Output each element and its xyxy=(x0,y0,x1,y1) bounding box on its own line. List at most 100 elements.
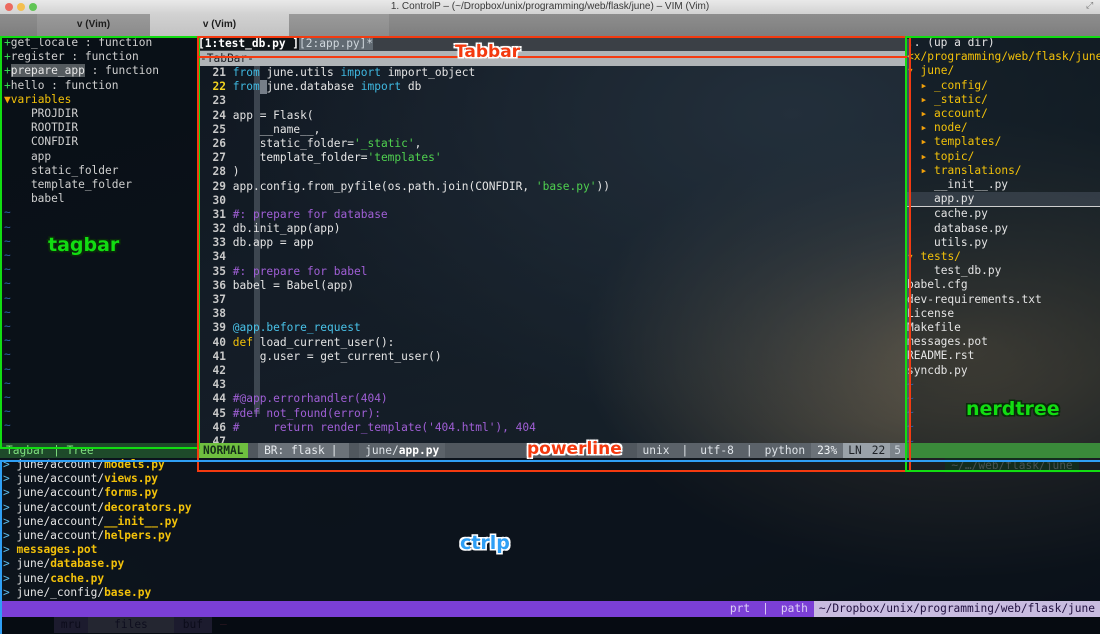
nerdtree-file[interactable]: babel.cfg xyxy=(905,278,1100,292)
vim-tabline[interactable]: [1:test_db.py ][2:app.py]* xyxy=(198,36,905,51)
nerdtree-directory[interactable]: ▸ account/ xyxy=(905,107,1100,121)
nerdtree-directory[interactable]: ▸ _static/ xyxy=(905,93,1100,107)
code-line[interactable]: 27 template_folder='templates' xyxy=(198,151,905,165)
code-line[interactable]: 36 babel = Babel(app) xyxy=(198,279,905,293)
code-line[interactable]: 47 xyxy=(198,435,905,443)
code-line[interactable]: 33 db.app = app xyxy=(198,236,905,250)
tagbar-entry[interactable]: ROOTDIR xyxy=(0,121,198,135)
terminal-tab-3[interactable] xyxy=(289,14,389,36)
vim-tab[interactable]: [2:app.py]* xyxy=(299,37,374,50)
nerdtree-file[interactable]: dev-requirements.txt xyxy=(905,293,1100,307)
nerdtree-file[interactable]: utils.py xyxy=(905,236,1100,250)
code-line[interactable]: 44 #@app.errorhandler(404) xyxy=(198,392,905,406)
ctrlp-prompt[interactable]: >>> ap xyxy=(0,617,1100,634)
ctrlp-result-row[interactable]: > june/account/__init__.py xyxy=(0,515,1100,529)
nerdtree-arrow-icon[interactable]: ▸ xyxy=(920,121,927,134)
ctrlp-result-row[interactable]: > june/account/decorators.py xyxy=(0,501,1100,515)
nerdtree-file[interactable]: messages.pot xyxy=(905,335,1100,349)
nerdtree-file[interactable]: README.rst xyxy=(905,349,1100,363)
terminal-tab-1[interactable]: v (Vim) xyxy=(37,14,151,36)
tagbar-entry[interactable]: PROJDIR xyxy=(0,107,198,121)
code-line[interactable]: 41 g.user = get_current_user() xyxy=(198,350,905,364)
nerdtree-directory[interactable]: ▸ topic/ xyxy=(905,150,1100,164)
ctrlp-result-row[interactable]: > june/database.py xyxy=(0,557,1100,571)
tagbar-collapse-icon[interactable]: ▼ xyxy=(4,93,11,106)
editor-pane[interactable]: [1:test_db.py ][2:app.py]* -TabBar- 21 f… xyxy=(198,36,905,443)
nerdtree-file[interactable]: cache.py xyxy=(905,207,1100,221)
nerdtree-directory[interactable]: ▾ tests/ xyxy=(905,250,1100,264)
code-line[interactable]: 37 xyxy=(198,293,905,307)
nerdtree-arrow-icon[interactable]: ▸ xyxy=(920,164,927,177)
tagbar-expand-icon[interactable]: + xyxy=(4,50,11,63)
nerdtree-arrow-icon[interactable]: ▸ xyxy=(920,107,927,120)
code-line[interactable]: 21 from june.utils import import_object xyxy=(198,66,905,80)
code-line[interactable]: 28 ) xyxy=(198,165,905,179)
expand-icon[interactable]: ⤢ xyxy=(1086,2,1095,11)
code-line[interactable]: 30 xyxy=(198,194,905,208)
code-line[interactable]: 22 from june.database import db xyxy=(198,80,905,94)
ctrlp-results[interactable]: > june/account/models.py > june/account/v… xyxy=(0,458,1100,600)
nerdtree-file[interactable]: test_db.py xyxy=(905,264,1100,278)
ctrlp-result-row[interactable]: > june/account/views.py xyxy=(0,472,1100,486)
tagbar-entry[interactable]: babel xyxy=(0,192,198,206)
nerdtree-file[interactable]: Makefile xyxy=(905,321,1100,335)
code-line[interactable]: 23 xyxy=(198,94,905,108)
ctrlp-result-row[interactable]: > june/account/helpers.py xyxy=(0,529,1100,543)
code-line[interactable]: 32 db.init_app(app) xyxy=(198,222,905,236)
tagbar-entry[interactable]: app xyxy=(0,150,198,164)
code-line[interactable]: 31 #: prepare for database xyxy=(198,208,905,222)
ctrlp-pane[interactable]: > june/account/models.py > june/account/v… xyxy=(0,458,1100,634)
code-line[interactable]: 24 app = Flask( xyxy=(198,109,905,123)
terminal-tab-2[interactable]: v (Vim) xyxy=(150,14,290,36)
nerdtree-directory[interactable]: ▸ translations/ xyxy=(905,164,1100,178)
code-line[interactable]: 39 @app.before_request xyxy=(198,321,905,335)
code-line[interactable]: 42 xyxy=(198,364,905,378)
code-line[interactable]: 46 # return render_template('404.html'),… xyxy=(198,421,905,435)
code-line[interactable]: 29 app.config.from_pyfile(os.path.join(C… xyxy=(198,180,905,194)
tagbar-entry[interactable]: +prepare_app : function xyxy=(0,64,198,78)
nerdtree-file[interactable]: License xyxy=(905,307,1100,321)
code-line[interactable]: 45 #def not_found(error): xyxy=(198,407,905,421)
nerdtree-arrow-icon[interactable]: ▸ xyxy=(920,93,927,106)
ctrlp-result-row[interactable]: > june/account/models.py xyxy=(0,458,1100,472)
nerdtree-scrollbar[interactable] xyxy=(905,39,909,443)
tagbar-entry[interactable]: +get_locale : function xyxy=(0,36,198,50)
nerdtree-arrow-icon[interactable]: ▸ xyxy=(920,79,927,92)
code-line[interactable]: 25 __name__, xyxy=(198,123,905,137)
nerdtree-directory[interactable]: ▸ templates/ xyxy=(905,135,1100,149)
tagbar-expand-icon[interactable]: + xyxy=(4,79,11,92)
code-line[interactable]: 35 #: prepare for babel xyxy=(198,265,905,279)
nerdtree-directory[interactable]: ▾ june/ xyxy=(905,64,1100,78)
nerdtree-up-dir[interactable]: .. (up a dir) xyxy=(905,36,1100,50)
tagbar-entry[interactable]: template_folder xyxy=(0,178,198,192)
tagbar-entry[interactable]: +hello : function xyxy=(0,79,198,93)
code-line[interactable]: 40 def load_current_user(): xyxy=(198,336,905,350)
ctrlp-result-row[interactable]: > messages.pot xyxy=(0,543,1100,557)
nerdtree-directory[interactable]: ▸ node/ xyxy=(905,121,1100,135)
code-line[interactable]: 43 xyxy=(198,378,905,392)
nerdtree-file[interactable]: syncdb.py xyxy=(905,364,1100,378)
tagbar-entry[interactable]: ▼variables xyxy=(0,93,198,107)
ctrlp-result-row[interactable]: > june/cache.py xyxy=(0,572,1100,586)
code-line[interactable]: 34 xyxy=(198,250,905,264)
nerdtree-arrow-icon[interactable]: ▸ xyxy=(920,150,927,163)
nerdtree-directory[interactable]: ▸ _config/ xyxy=(905,79,1100,93)
ctrlp-result-row[interactable]: > june/_config/base.py xyxy=(0,586,1100,600)
nerdtree-arrow-icon[interactable]: ▸ xyxy=(920,135,927,148)
code-line[interactable]: 38 xyxy=(198,307,905,321)
tagbar-expand-icon[interactable]: + xyxy=(4,64,11,77)
tagbar-entry[interactable]: CONFDIR xyxy=(0,135,198,149)
ctrlp-result-row[interactable]: > june/account/forms.py xyxy=(0,486,1100,500)
nerdtree-file[interactable]: database.py xyxy=(905,222,1100,236)
tagbar-expand-icon[interactable]: + xyxy=(4,36,11,49)
nerdtree-file[interactable]: app.py xyxy=(905,192,1100,208)
nerdtree-file[interactable]: __init__.py xyxy=(905,178,1100,192)
nerdtree-list[interactable]: .. (up a dir) <x/programming/web/flask/ju… xyxy=(905,36,1100,443)
code-line[interactable]: 26 static_folder='_static', xyxy=(198,137,905,151)
tagbar-entry[interactable]: +register : function xyxy=(0,50,198,64)
editor-code-area[interactable]: 21 from june.utils import import_object 2… xyxy=(198,66,905,443)
vim-tab[interactable]: [1:test_db.py ] xyxy=(198,37,300,50)
tagbar-pane[interactable]: +get_locale : function +register : functi… xyxy=(0,36,198,443)
nerdtree-pane[interactable]: .. (up a dir) <x/programming/web/flask/ju… xyxy=(905,36,1100,443)
tagbar-entry[interactable]: static_folder xyxy=(0,164,198,178)
